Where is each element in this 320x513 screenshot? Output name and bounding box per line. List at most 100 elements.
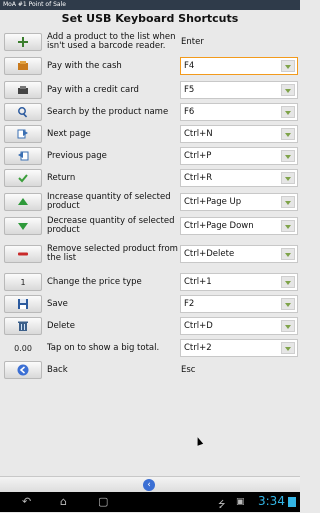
triangle-down-icon (17, 220, 29, 232)
search-product-button[interactable] (4, 103, 42, 121)
shortcut-row-decrease-qty: Decrease quantity of selected product Ct… (0, 215, 300, 237)
add-product-button[interactable] (4, 33, 42, 51)
shortcut-select[interactable]: Ctrl+Page Up (180, 193, 298, 211)
back-button[interactable] (4, 361, 42, 379)
app-title: MoA #1 Point of Sale (3, 1, 66, 8)
magnifier-icon (17, 106, 29, 118)
chevron-down-icon (281, 248, 295, 260)
shortcut-label: Increase quantity of selected product (47, 192, 171, 211)
shortcut-select[interactable]: F2 (180, 295, 298, 313)
shortcut-select-value: Ctrl+Page Down (184, 221, 254, 231)
shortcut-label: Back (47, 364, 68, 375)
nav-recents-icon[interactable]: ▢ (98, 495, 108, 508)
number-one-icon: 1 (20, 277, 26, 287)
shortcut-row-return: Return Ctrl+R (0, 167, 300, 189)
system-clock: 3:34 (258, 494, 285, 508)
shortcut-label: Pay with a credit card (47, 84, 139, 95)
remove-product-button[interactable] (4, 245, 42, 263)
floppy-disk-icon (17, 298, 29, 310)
trash-icon (17, 320, 29, 332)
bottom-back-icon[interactable]: ‹ (143, 479, 155, 491)
nav-back-icon[interactable]: ↶ (22, 495, 31, 508)
shortcut-select[interactable]: F6 (180, 103, 298, 121)
shortcut-select[interactable]: Ctrl+1 (180, 273, 298, 291)
shortcut-row-back: Back Esc (0, 359, 300, 381)
page-title: Set USB Keyboard Shortcuts (61, 12, 239, 25)
shortcut-label: Change the price type (47, 276, 142, 287)
pay-card-button[interactable] (4, 81, 42, 99)
shortcut-label: Delete (47, 320, 75, 331)
chevron-down-icon (281, 60, 295, 72)
wifi-signal-icon (288, 497, 296, 507)
checkmark-icon (17, 172, 29, 184)
shortcut-select-value: Ctrl+Page Up (184, 197, 242, 207)
shortcut-select[interactable]: Ctrl+Delete (180, 245, 298, 263)
shortcut-row-pay-card: Pay with a credit card F5 (0, 79, 300, 101)
shortcut-row-search: Search by the product name F6 (0, 101, 300, 123)
app-title-bar: MoA #1 Point of Sale (0, 0, 300, 10)
shortcut-label: Decrease quantity of selected product (47, 216, 175, 235)
back-arrow-icon (17, 364, 29, 376)
save-button[interactable] (4, 295, 42, 313)
shortcut-select-value: F4 (184, 61, 195, 71)
shortcut-row-add-product: Add a product to the list when isn't use… (0, 31, 300, 53)
credit-card-icon (17, 84, 29, 96)
shortcut-row-save: Save F2 (0, 293, 300, 315)
plus-icon (17, 36, 29, 48)
shortcut-label: Tap on to show a big total. (47, 342, 160, 353)
chevron-down-icon (281, 298, 295, 310)
shortcut-row-remove-product: Remove selected product from the list Ct… (0, 243, 300, 265)
shortcut-row-pay-cash: Pay with the cash F4 (0, 55, 300, 77)
shortcut-select[interactable]: Ctrl+R (180, 169, 298, 187)
nav-home-icon[interactable]: ⌂ (60, 495, 67, 508)
pay-cash-button[interactable] (4, 57, 42, 75)
shortcut-select[interactable]: Ctrl+Page Down (180, 217, 298, 235)
shortcut-label: Add a product to the list when isn't use… (47, 32, 176, 51)
chevron-down-icon (281, 84, 295, 96)
shortcut-label: Previous page (47, 150, 107, 161)
shortcut-select[interactable]: Ctrl+P (180, 147, 298, 165)
shortcut-label: Pay with the cash (47, 60, 122, 71)
shortcut-select-value: Ctrl+R (184, 173, 213, 183)
shortcut-row-price-type: 1 Change the price type Ctrl+1 (0, 271, 300, 293)
shortcut-select-value: Ctrl+2 (184, 343, 212, 353)
bottom-toolbar: ‹ (0, 476, 300, 493)
delete-button[interactable] (4, 317, 42, 335)
next-page-icon (17, 128, 29, 140)
shortcut-row-delete: Delete Ctrl+D (0, 315, 300, 337)
shortcut-select[interactable]: Ctrl+2 (180, 339, 298, 357)
shortcut-label: Save (47, 298, 68, 309)
usb-icon: ⭍ (218, 500, 226, 510)
shortcut-select[interactable]: Ctrl+N (180, 125, 298, 143)
shortcut-select-value: Ctrl+D (184, 321, 213, 331)
next-page-button[interactable] (4, 125, 42, 143)
minus-icon (17, 248, 29, 260)
chevron-down-icon (281, 276, 295, 288)
return-button[interactable] (4, 169, 42, 187)
chevron-down-icon (281, 128, 295, 140)
big-total-button[interactable]: 0.00 (4, 339, 42, 357)
chevron-down-icon (281, 150, 295, 162)
shortcut-select[interactable]: F5 (180, 81, 298, 99)
increase-quantity-button[interactable] (4, 193, 42, 211)
decrease-quantity-button[interactable] (4, 217, 42, 235)
chevron-down-icon (281, 196, 295, 208)
chevron-down-icon (281, 106, 295, 118)
shortcut-select[interactable]: F4 (180, 57, 298, 75)
shortcut-select-value: F5 (184, 85, 195, 95)
notification-icon: ▣ (236, 497, 245, 507)
shortcut-select-value: F2 (184, 299, 195, 309)
shortcut-select-value: Ctrl+1 (184, 277, 212, 287)
shortcut-value-text: Enter (181, 37, 204, 47)
previous-page-icon (17, 150, 29, 162)
chevron-down-icon (281, 172, 295, 184)
chevron-down-icon (281, 342, 295, 354)
shortcut-label: Next page (47, 128, 91, 139)
chevron-down-icon (281, 220, 295, 232)
shortcut-select[interactable]: Ctrl+D (180, 317, 298, 335)
price-type-button[interactable]: 1 (4, 273, 42, 291)
cash-icon (17, 60, 29, 72)
previous-page-button[interactable] (4, 147, 42, 165)
shortcut-label: Search by the product name (47, 106, 169, 117)
shortcut-row-big-total: 0.00 Tap on to show a big total. Ctrl+2 (0, 337, 300, 359)
